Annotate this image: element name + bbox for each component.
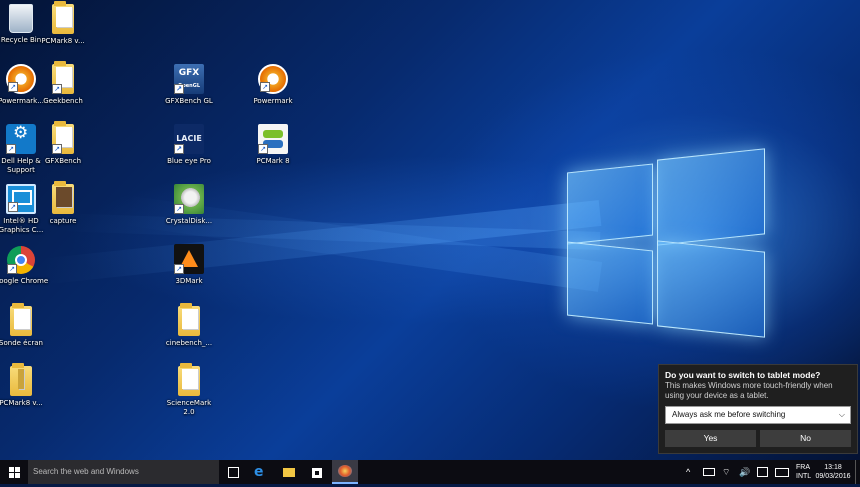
windows-logo-icon [9,467,14,472]
desktop-icon-pcmark8-v-1[interactable]: PCMark8 v... [35,1,91,46]
desktop-icon-google-chrome[interactable]: ↗ Google Chrome [0,246,49,286]
paint-app-icon[interactable] [332,460,358,484]
windows-logo-icon-part [9,473,14,478]
desktop-icon-sciencemark[interactable]: ScienceMark 2.0 [161,363,217,417]
windows-logo-icon-part [15,473,20,478]
desktop-icon-crystaldisk[interactable]: ↗ CrystalDisk... [161,184,217,226]
desktop-icon-blue-eye-pro[interactable]: LACIE ↗ Blue eye Pro [161,124,217,166]
tablet-mode-dialog: Do you want to switch to tablet mode? Th… [658,364,858,454]
powermark-icon: ↗ [258,64,288,94]
switching-preference-dropdown[interactable]: Always ask me before switching ⌵ [665,406,851,424]
network-icon[interactable]: ⌔ [722,460,730,484]
clock[interactable]: 13:18 09/03/2016 [815,463,851,487]
recycle-bin-icon [9,4,33,33]
keyboard-layout: INTL [796,473,812,480]
zip-folder-icon [10,363,32,396]
gfxbench-gl-icon: GFX OpenGL ↗ [174,64,204,94]
chevron-down-icon: ⌵ [838,410,845,419]
dell-help-icon: ⚙ ↗ [6,124,36,154]
desktop-icon-capture[interactable]: capture [35,181,91,226]
dropdown-selected-value: Always ask me before switching [672,410,786,419]
chrome-icon: ↗ [7,246,35,274]
file-explorer-icon[interactable] [282,465,296,479]
lacie-icon: LACIE ↗ [174,124,204,154]
folder-icon [178,363,200,396]
dialog-title: Do you want to switch to tablet mode? [665,370,821,380]
yes-button[interactable]: Yes [665,430,756,447]
windows-logo-icon-part [15,467,20,472]
desktop-icon-gfxbench[interactable]: ↗ GFXBench [35,121,91,166]
battery-icon[interactable] [703,468,715,476]
dialog-description: This makes Windows more touch-friendly w… [665,381,833,400]
tray-chevron-up-icon[interactable]: ^ [686,460,690,484]
store-icon[interactable] [310,465,324,479]
desktop-icon-sonde-ecran[interactable]: Sonde écran [0,303,49,348]
action-center-icon[interactable] [757,467,768,477]
desktop-icon-geekbench[interactable]: ↗ Geekbench [35,61,91,106]
task-view-icon[interactable] [226,465,240,479]
folder-icon [178,303,200,336]
crystaldisk-icon: ↗ [174,184,204,214]
folder-icon [52,181,74,214]
no-button[interactable]: No [760,430,851,447]
desktop-icon-pcmark-8[interactable]: ↗ PCMark 8 [245,124,301,166]
desktop-icon-3dmark[interactable]: ↗ 3DMark [161,244,217,286]
clock-time: 13:18 [824,464,842,471]
powermark-icon: ↗ [6,64,36,94]
3dmark-icon: ↗ [174,244,204,274]
language-code: FRA [796,464,810,471]
search-box[interactable]: Search the web and Windows [28,460,219,484]
folder-icon: ↗ [52,121,74,154]
folder-icon [52,1,74,34]
intel-hd-icon: ↗ [6,184,36,214]
folder-icon: ↗ [52,61,74,94]
desktop-icon-cinebench[interactable]: cinebench_... [161,303,217,348]
taskbar: Search the web and Windows e ^ ⌔ 🔊 FRA I… [0,460,860,484]
edge-icon[interactable]: e [254,465,268,479]
clock-date: 09/03/2016 [815,473,851,480]
desktop-icon-pcmark8-v-2[interactable]: PCMark8 v... [0,363,49,408]
desktop-icon-gfxbench-gl[interactable]: GFX OpenGL ↗ GFXBench GL [161,64,217,106]
start-button[interactable] [0,460,28,484]
pcmark-8-icon: ↗ [258,124,288,154]
search-placeholder: Search the web and Windows [33,467,139,476]
keyboard-icon[interactable] [775,468,789,477]
language-indicator[interactable]: FRA INTL [796,463,811,487]
volume-icon[interactable]: 🔊 [739,460,750,484]
desktop-icon-powermark-2[interactable]: ↗ Powermark [245,64,301,106]
show-desktop-button[interactable] [855,460,860,484]
windows-logo-wallpaper [565,140,765,338]
folder-icon [10,303,32,336]
